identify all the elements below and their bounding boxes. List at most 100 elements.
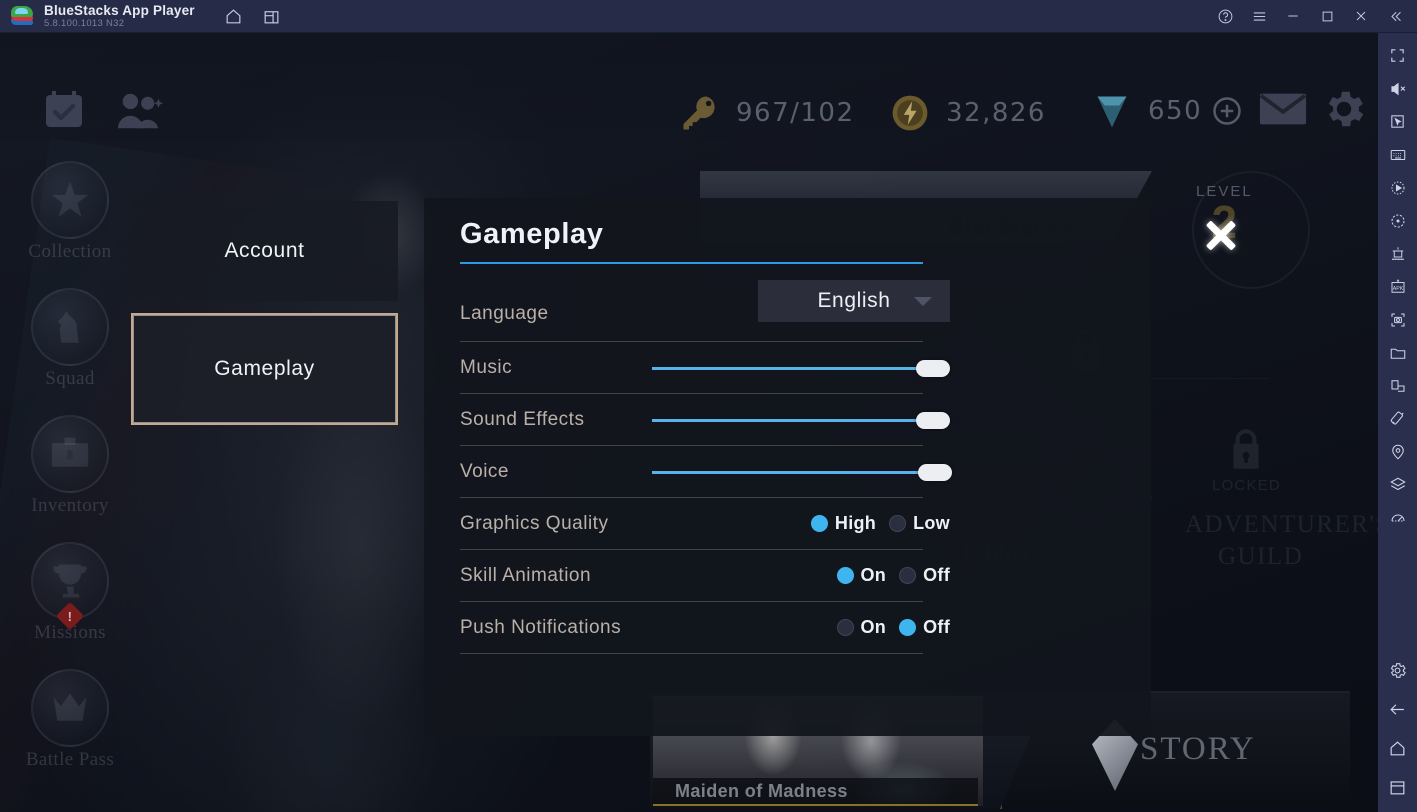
knight-emblem-icon (31, 288, 109, 366)
radio-dot (836, 567, 854, 584)
setting-label: Skill Animation (460, 564, 592, 586)
add-gems-icon[interactable] (1212, 96, 1242, 126)
settings-rows: Language English Music Sound Effects Voi… (460, 280, 952, 654)
bg-word-guild: GUILD (1218, 543, 1304, 570)
menu-icon[interactable] (1243, 1, 1275, 31)
setting-control: On Off (836, 565, 950, 586)
key-currency[interactable]: 967/102 (678, 91, 855, 135)
mail-icon[interactable] (1258, 89, 1308, 129)
coin-icon (892, 95, 928, 131)
bg-word-adventurers: ADVENTURER'S (1185, 511, 1378, 538)
close-icon[interactable] (1345, 1, 1377, 31)
help-icon[interactable] (1209, 1, 1241, 31)
diamond-icon (1097, 96, 1127, 128)
left-nav-item-inventory[interactable]: Inventory (18, 415, 122, 542)
radio-push-off[interactable]: Off (899, 617, 950, 638)
setting-control (652, 409, 950, 431)
radio-graphics-low[interactable]: Low (889, 513, 950, 534)
bluestacks-tool-rail: APK (1378, 33, 1417, 812)
chevron-down-icon (914, 297, 932, 306)
story-title: Maiden of Madness (675, 780, 848, 801)
radio-push-on[interactable]: On (836, 617, 887, 638)
radio-graphics-high[interactable]: High (810, 513, 876, 534)
install-apk-icon[interactable]: APK (1378, 270, 1417, 303)
settings-modal: Gameplay Language English Music Sound Ef… (424, 198, 1151, 736)
settings-gear-icon[interactable] (1378, 654, 1417, 687)
slider-knob[interactable] (918, 463, 952, 481)
title-underline (460, 262, 923, 264)
friends-icon[interactable] (115, 87, 165, 135)
star-emblem-icon (31, 161, 109, 239)
setting-label: Voice (460, 460, 509, 482)
close-modal-icon[interactable] (1200, 214, 1242, 256)
multi-instance-icon[interactable] (259, 3, 285, 29)
radio-dot (889, 515, 907, 532)
tab-gameplay[interactable]: Gameplay (131, 313, 398, 425)
left-nav-item-missions[interactable]: ! Missions (18, 542, 122, 669)
minimize-icon[interactable] (1277, 1, 1309, 31)
daily-checkin-icon[interactable] (40, 87, 88, 135)
crown-emblem-icon (31, 669, 109, 747)
setting-control: High Low (810, 513, 950, 534)
radio-skill-on[interactable]: On (836, 565, 887, 586)
setting-control: On Off (836, 617, 950, 638)
fullscreen-icon[interactable] (1378, 39, 1417, 72)
tab-account[interactable]: Account (131, 201, 398, 301)
multi-instance-sync-icon[interactable] (1378, 237, 1417, 270)
home-icon[interactable] (1378, 732, 1417, 765)
back-arrow-icon[interactable] (1378, 693, 1417, 726)
left-nav-item-battle-pass[interactable]: Battle Pass (18, 669, 122, 796)
radio-dot (899, 619, 917, 636)
voice-slider[interactable] (652, 461, 952, 483)
music-slider[interactable] (652, 357, 950, 379)
macro-record-icon[interactable] (1378, 171, 1417, 204)
recents-icon[interactable] (1378, 771, 1417, 804)
locked-badge-right: LOCKED (1212, 425, 1281, 494)
slider-knob[interactable] (916, 359, 950, 377)
setting-row-music: Music (460, 342, 950, 394)
missions-alert-mark: ! (67, 608, 73, 624)
left-nav-item-collection[interactable]: Collection (18, 161, 122, 288)
graphics-quality-radiogroup: High Low (810, 513, 950, 534)
settings-gear-icon[interactable] (1320, 85, 1368, 133)
location-icon[interactable] (1378, 435, 1417, 468)
collapse-rail-icon[interactable] (1379, 1, 1411, 31)
app-name: BlueStacks App Player (44, 2, 195, 18)
game-viewport: SUMMON SHOP ADVENTURER'S GUILD LOCKED LO… (0, 33, 1378, 812)
layers-icon[interactable] (1378, 468, 1417, 501)
settings-tabs: Account Gameplay (131, 201, 398, 425)
chest-emblem-icon (31, 415, 109, 493)
left-nav-label: Collection (28, 241, 112, 262)
setting-row-sound-effects: Sound Effects (460, 394, 950, 446)
left-nav-item-squad[interactable]: Squad (18, 288, 122, 415)
home-icon[interactable] (221, 3, 247, 29)
radio-label: On (860, 617, 887, 637)
setting-label: Graphics Quality (460, 512, 609, 534)
screenshot-icon[interactable] (1378, 303, 1417, 336)
media-folder-icon[interactable] (1378, 336, 1417, 369)
eco-mode-icon[interactable] (1378, 402, 1417, 435)
language-value: English (817, 289, 891, 312)
language-dropdown[interactable]: English (758, 280, 950, 322)
slider-knob[interactable] (916, 411, 950, 429)
setting-row-push-notifications: Push Notifications On Off (460, 602, 950, 654)
setting-label: Push Notifications (460, 616, 622, 638)
keyboard-icon[interactable] (1378, 138, 1417, 171)
performance-icon[interactable] (1378, 501, 1417, 534)
slider-fill (652, 470, 933, 474)
gem-value: 650 (1148, 96, 1203, 126)
window-title-block: BlueStacks App Player 5.8.100.1013 N32 (44, 3, 195, 30)
gem-currency[interactable]: 650 (1090, 91, 1242, 131)
cursor-mode-icon[interactable] (1378, 105, 1417, 138)
window-controls (1209, 1, 1417, 31)
rotate-icon[interactable] (1378, 204, 1417, 237)
stamina-currency[interactable]: 32,826 (888, 91, 1046, 135)
resize-window-icon[interactable] (1378, 369, 1417, 402)
key-value: 967/102 (736, 98, 855, 128)
maximize-icon[interactable] (1311, 1, 1343, 31)
radio-skill-off[interactable]: Off (899, 565, 950, 586)
mute-icon[interactable] (1378, 72, 1417, 105)
titlebar-left-icons (221, 3, 285, 29)
sound-effects-slider[interactable] (652, 409, 950, 431)
skill-animation-radiogroup: On Off (836, 565, 951, 586)
